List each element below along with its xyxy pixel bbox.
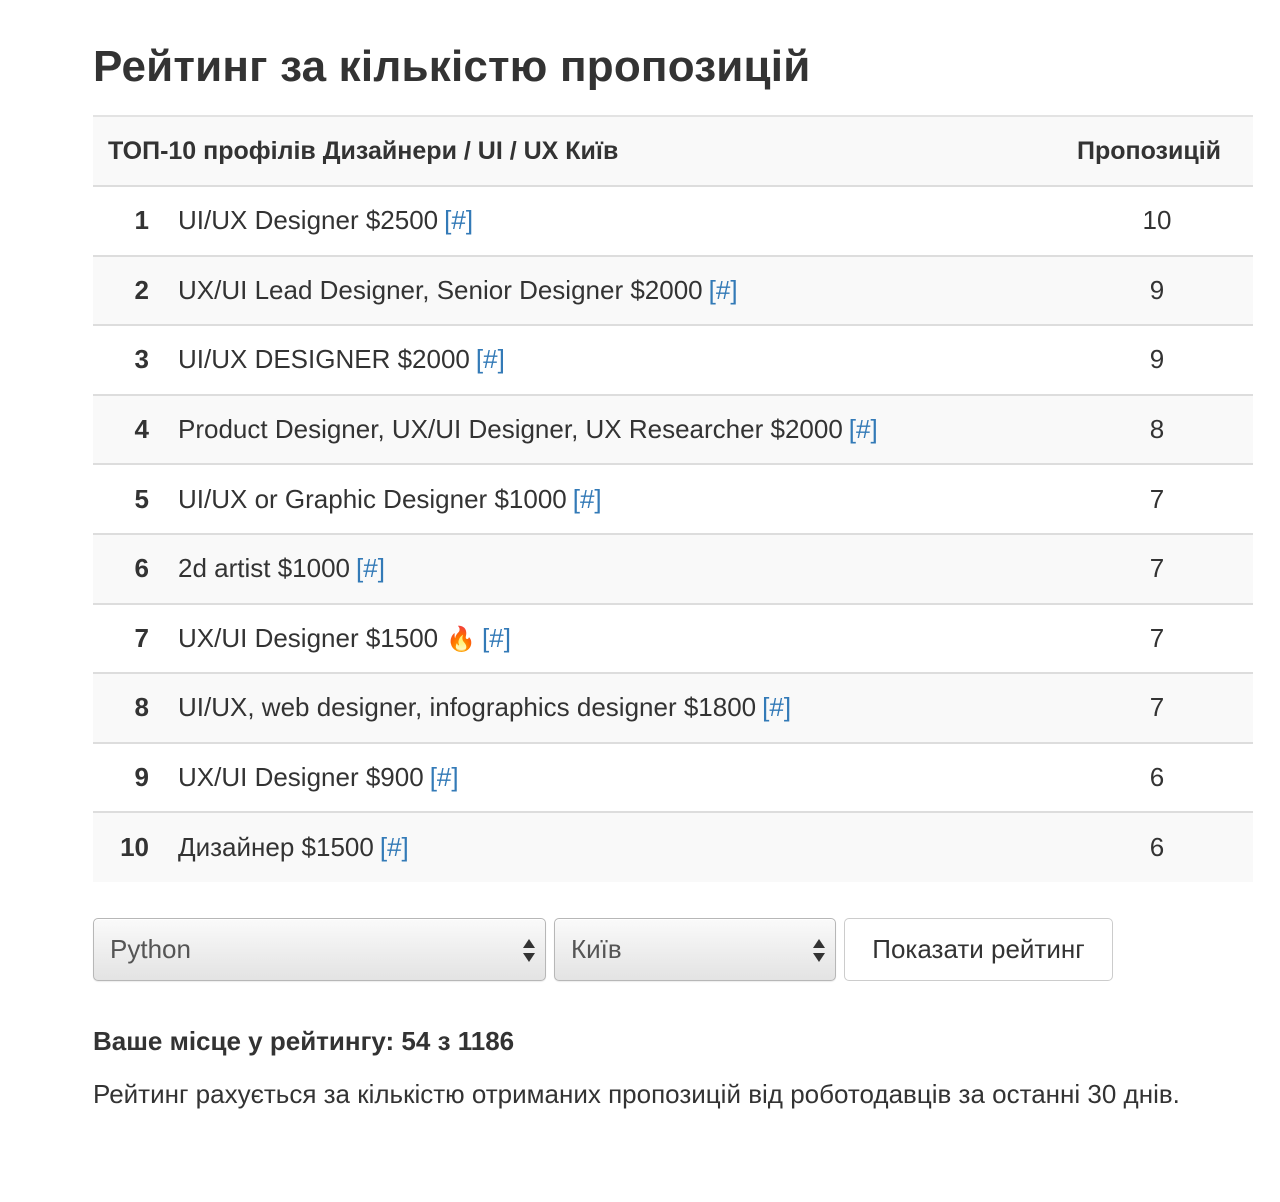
table-row: 4 Product Designer, UX/UI Designer, UX R… xyxy=(93,393,1253,465)
count-cell: 7 xyxy=(1053,463,1253,534)
table-row: 6 2d artist $1000 [#] 7 xyxy=(93,532,1253,604)
rank-cell: 2 xyxy=(93,254,163,326)
profile-cell: UX/UI Lead Designer, Senior Designer $20… xyxy=(163,254,1053,326)
profile-column-header: ТОП-10 профілів Дизайнери / UI / UX Київ xyxy=(93,116,1053,187)
table-row: 7 UX/UI Designer $1500 🔥 [#] 7 xyxy=(93,602,1253,674)
table-header-row: ТОП-10 профілів Дизайнери / UI / UX Київ… xyxy=(93,116,1253,187)
count-cell: 7 xyxy=(1053,602,1253,674)
select-arrows-icon xyxy=(523,937,535,965)
count-cell: 8 xyxy=(1053,393,1253,465)
profile-link[interactable]: [#] xyxy=(444,205,473,235)
profile-link[interactable]: [#] xyxy=(849,414,878,444)
table-row: 3 UI/UX DESIGNER $2000 [#] 9 xyxy=(93,324,1253,395)
table-row: 9 UX/UI Designer $900 [#] 6 xyxy=(93,741,1253,813)
profile-cell: UI/UX DESIGNER $2000 [#] xyxy=(163,324,1053,395)
page-title: Рейтинг за кількістю пропозицій xyxy=(93,42,811,91)
table-row: 2 UX/UI Lead Designer, Senior Designer $… xyxy=(93,254,1253,326)
profile-cell: UI/UX or Graphic Designer $1000 [#] xyxy=(163,463,1053,534)
count-cell: 6 xyxy=(1053,811,1253,882)
profile-cell: Product Designer, UX/UI Designer, UX Res… xyxy=(163,393,1053,465)
rank-cell: 4 xyxy=(93,393,163,465)
profile-link[interactable]: [#] xyxy=(709,275,738,305)
rank-cell: 9 xyxy=(93,741,163,813)
profile-cell: UX/UI Designer $1500 🔥 [#] xyxy=(163,602,1053,674)
city-select[interactable]: Київ xyxy=(554,918,836,981)
profile-cell: UX/UI Designer $900 [#] xyxy=(163,741,1053,813)
city-select-value: Київ xyxy=(571,934,622,964)
count-cell: 9 xyxy=(1053,254,1253,326)
profile-title: UX/UI Lead Designer, Senior Designer $20… xyxy=(178,274,703,305)
rating-table: ТОП-10 профілів Дизайнери / UI / UX Київ… xyxy=(93,115,1253,882)
profile-link[interactable]: [#] xyxy=(356,553,385,583)
profile-link[interactable]: [#] xyxy=(476,344,505,374)
rank-cell: 8 xyxy=(93,672,163,743)
rank-cell: 3 xyxy=(93,324,163,395)
table-row: 8 UI/UX, web designer, infographics desi… xyxy=(93,672,1253,743)
my-place-text: Ваше місце у рейтингу: 54 з 1186 xyxy=(93,1026,515,1056)
show-rating-button[interactable]: Показати рейтинг xyxy=(844,918,1113,981)
profile-title: UI/UX, web designer, infographics design… xyxy=(178,692,757,723)
rating-table-body: 1 UI/UX Designer $2500 [#] 10 2 UX/UI Lea… xyxy=(93,186,1253,882)
profile-title: Дизайнер $1500 xyxy=(178,832,374,863)
profile-title: UI/UX DESIGNER $2000 xyxy=(178,344,470,375)
rank-cell: 1 xyxy=(93,186,163,256)
profile-cell: UI/UX, web designer, infographics design… xyxy=(163,672,1053,743)
rank-cell: 7 xyxy=(93,602,163,674)
profile-cell: UI/UX Designer $2500 [#] xyxy=(163,186,1053,256)
rating-filter-form: Python Київ Показати рейтинг xyxy=(93,918,1133,982)
select-arrows-icon xyxy=(813,937,825,965)
count-cell: 6 xyxy=(1053,741,1253,813)
profile-link[interactable]: [#] xyxy=(482,623,511,653)
profile-title: Product Designer, UX/UI Designer, UX Res… xyxy=(178,414,843,445)
table-row: 10 Дизайнер $1500 [#] 6 xyxy=(93,811,1253,882)
fire-icon: 🔥 xyxy=(446,625,477,653)
profile-link[interactable]: [#] xyxy=(430,762,459,792)
count-cell: 10 xyxy=(1053,186,1253,256)
profile-title: UI/UX Designer $2500 xyxy=(178,205,439,236)
table-row: 1 UI/UX Designer $2500 [#] 10 xyxy=(93,186,1253,256)
table-row: 5 UI/UX or Graphic Designer $1000 [#] 7 xyxy=(93,463,1253,534)
count-column-header: Пропозицій xyxy=(1053,116,1253,187)
language-select[interactable]: Python xyxy=(93,918,546,981)
profile-title: UI/UX or Graphic Designer $1000 xyxy=(178,483,567,514)
profile-link[interactable]: [#] xyxy=(762,692,791,722)
profile-title: 2d artist $1000 xyxy=(178,553,351,584)
count-cell: 9 xyxy=(1053,324,1253,395)
count-cell: 7 xyxy=(1053,532,1253,604)
profile-cell: 2d artist $1000 [#] xyxy=(163,532,1053,604)
rank-cell: 5 xyxy=(93,463,163,534)
profile-title: UX/UI Designer $1500 xyxy=(178,622,439,653)
profile-link[interactable]: [#] xyxy=(573,484,602,514)
rank-cell: 6 xyxy=(93,532,163,604)
rating-note: Рейтинг рахується за кількістю отриманих… xyxy=(93,1079,1180,1109)
profile-title: UX/UI Designer $900 xyxy=(178,762,424,793)
profile-link[interactable]: [#] xyxy=(380,832,409,862)
profile-cell: Дизайнер $1500 [#] xyxy=(163,811,1053,882)
rank-cell: 10 xyxy=(93,811,163,882)
count-cell: 7 xyxy=(1053,672,1253,743)
language-select-value: Python xyxy=(110,934,191,964)
